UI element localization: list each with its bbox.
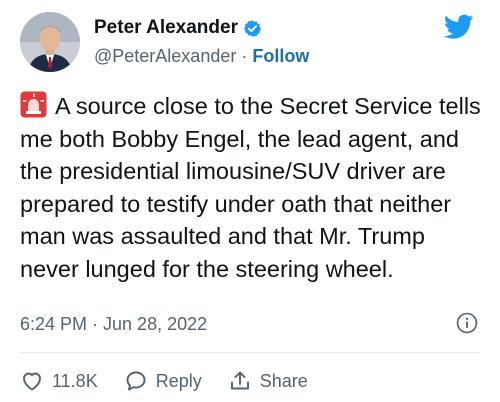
follow-link[interactable]: Follow	[252, 46, 309, 66]
name-row: Peter Alexander	[94, 17, 262, 39]
avatar-photo	[20, 12, 80, 72]
tweet-text: A source close to the Secret Service tel…	[20, 90, 486, 285]
share-button[interactable]: Share	[228, 369, 308, 393]
reply-bubble-icon	[126, 371, 146, 391]
info-icon[interactable]	[456, 312, 478, 334]
rotating-light-icon	[20, 91, 47, 118]
verified-badge-icon	[243, 19, 262, 38]
handle-separator: ·	[241, 46, 253, 66]
author-handle[interactable]: @PeterAlexander	[94, 46, 236, 66]
twitter-bird-icon[interactable]	[444, 14, 474, 40]
reply-label: Reply	[155, 370, 202, 391]
share-label: Share	[259, 370, 308, 391]
author-name[interactable]: Peter Alexander	[94, 17, 238, 39]
tweet-card: Peter Alexander @PeterAlexander · Follow	[0, 0, 500, 402]
like-button[interactable]: 11.8K	[20, 369, 98, 393]
like-count: 11.8K	[52, 370, 98, 391]
reply-button[interactable]: Reply	[124, 369, 202, 393]
tweet-body: A source close to the Secret Service tel…	[20, 93, 481, 282]
share-icon	[230, 371, 249, 390]
avatar[interactable]	[20, 12, 80, 72]
heart-icon	[23, 372, 41, 391]
handle-row: @PeterAlexander · Follow	[94, 46, 309, 67]
tweet-timestamp[interactable]: 6:24 PM · Jun 28, 2022	[20, 314, 207, 335]
tweet-header: Peter Alexander @PeterAlexander · Follow	[20, 12, 480, 76]
divider	[20, 352, 480, 353]
action-bar: 11.8K Reply Share	[20, 366, 308, 396]
